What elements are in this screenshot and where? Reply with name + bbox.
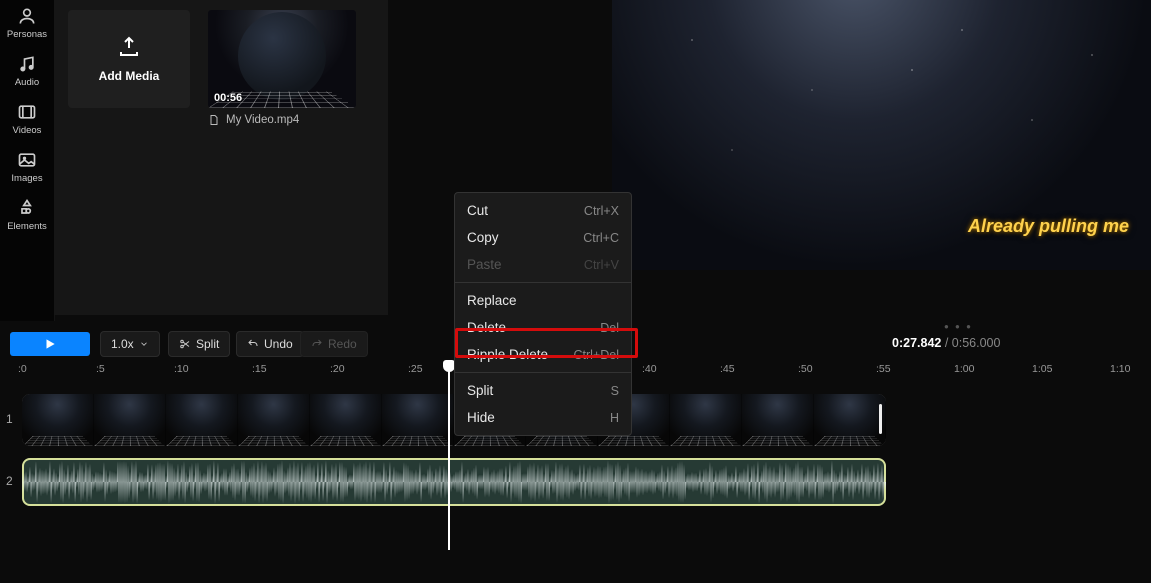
elements-icon	[17, 198, 37, 218]
ruler-tick: 1:10	[1110, 363, 1130, 375]
video-icon	[17, 102, 37, 122]
redo-icon	[311, 338, 323, 350]
track-number-video: 1	[6, 412, 13, 426]
ruler-tick: :40	[642, 363, 657, 375]
undo-icon	[247, 338, 259, 350]
audio-icon	[17, 54, 37, 74]
time-counter: 0:27.842 / 0:56.000	[892, 336, 1000, 350]
ctx-separator	[455, 372, 631, 373]
media-clip[interactable]: 00:56 ⋮ My Video.mp4	[208, 10, 356, 126]
ctx-item-copy[interactable]: CopyCtrl+C	[455, 224, 631, 251]
ruler-tick: :20	[330, 363, 345, 375]
undo-button[interactable]: Undo	[236, 331, 304, 357]
speed-selector[interactable]: 1.0x	[100, 331, 160, 357]
track-number-audio: 2	[6, 474, 13, 488]
sidebar-item-personas[interactable]: Personas	[0, 6, 54, 40]
ruler-tick: 1:00	[954, 363, 974, 375]
clip-name-row: My Video.mp4	[208, 114, 356, 126]
ruler-tick: :45	[720, 363, 735, 375]
ctx-item-paste: PasteCtrl+V	[455, 251, 631, 278]
audio-track[interactable]	[22, 458, 886, 506]
sidebar-item-label: Images	[11, 173, 42, 184]
clip-handle-right[interactable]	[879, 404, 882, 434]
scissors-icon	[179, 338, 191, 350]
ruler-tick: :50	[798, 363, 813, 375]
left-sidebar: Personas Audio Videos Images Elements	[0, 0, 55, 321]
sidebar-item-label: Personas	[7, 29, 47, 40]
waveform-icon	[22, 458, 886, 506]
media-panel: Add Media 00:56 ⋮ My Video.mp4	[54, 0, 388, 315]
current-time: 0:27.842	[892, 336, 941, 350]
ctx-item-cut[interactable]: CutCtrl+X	[455, 197, 631, 224]
ctx-item-replace[interactable]: Replace	[455, 287, 631, 314]
sidebar-item-elements[interactable]: Elements	[0, 198, 54, 232]
playhead[interactable]	[448, 360, 450, 550]
file-icon	[208, 114, 220, 126]
sidebar-item-label: Elements	[7, 221, 47, 232]
subtitle-overlay: Already pulling me	[968, 216, 1129, 237]
image-icon	[17, 150, 37, 170]
ruler-tick: :55	[876, 363, 891, 375]
pane-drag-handle[interactable]: ● ● ●	[944, 322, 973, 331]
split-button[interactable]: Split	[168, 331, 230, 357]
clip-filename: My Video.mp4	[226, 114, 299, 126]
ctx-separator	[455, 282, 631, 283]
upload-icon	[116, 35, 142, 59]
app-root: Personas Audio Videos Images Elements Ad…	[0, 0, 1151, 583]
clip-options-icon[interactable]: ⋮	[355, 40, 356, 54]
add-media-button[interactable]: Add Media	[68, 10, 190, 108]
sidebar-item-audio[interactable]: Audio	[0, 54, 54, 88]
add-media-label: Add Media	[99, 69, 160, 83]
ruler-tick: :0	[18, 363, 27, 375]
play-icon	[43, 337, 57, 351]
sidebar-item-label: Videos	[13, 125, 42, 136]
ctx-item-ripple-delete[interactable]: Ripple DeleteCtrl+Del	[455, 341, 631, 368]
play-button[interactable]	[10, 332, 90, 356]
ctx-item-split[interactable]: SplitS	[455, 377, 631, 404]
sidebar-item-images[interactable]: Images	[0, 150, 54, 184]
sidebar-item-label: Audio	[15, 77, 39, 88]
ruler-tick: 1:05	[1032, 363, 1052, 375]
ruler-tick: :5	[96, 363, 105, 375]
ruler-tick: :10	[174, 363, 189, 375]
chevron-down-icon	[139, 339, 149, 349]
clip-thumbnail[interactable]: 00:56 ⋮	[208, 10, 356, 108]
ctx-item-hide[interactable]: HideH	[455, 404, 631, 431]
ruler-tick: :15	[252, 363, 267, 375]
context-menu: CutCtrl+X CopyCtrl+C PasteCtrl+V Replace…	[454, 192, 632, 436]
sidebar-item-videos[interactable]: Videos	[0, 102, 54, 136]
clip-duration: 00:56	[214, 92, 242, 104]
ruler-tick: :25	[408, 363, 423, 375]
total-time: 0:56.000	[952, 336, 1001, 350]
redo-button: Redo	[300, 331, 368, 357]
persona-icon	[17, 6, 37, 26]
ctx-item-delete[interactable]: DeleteDel	[455, 314, 631, 341]
preview-pane[interactable]: Already pulling me	[612, 0, 1151, 270]
